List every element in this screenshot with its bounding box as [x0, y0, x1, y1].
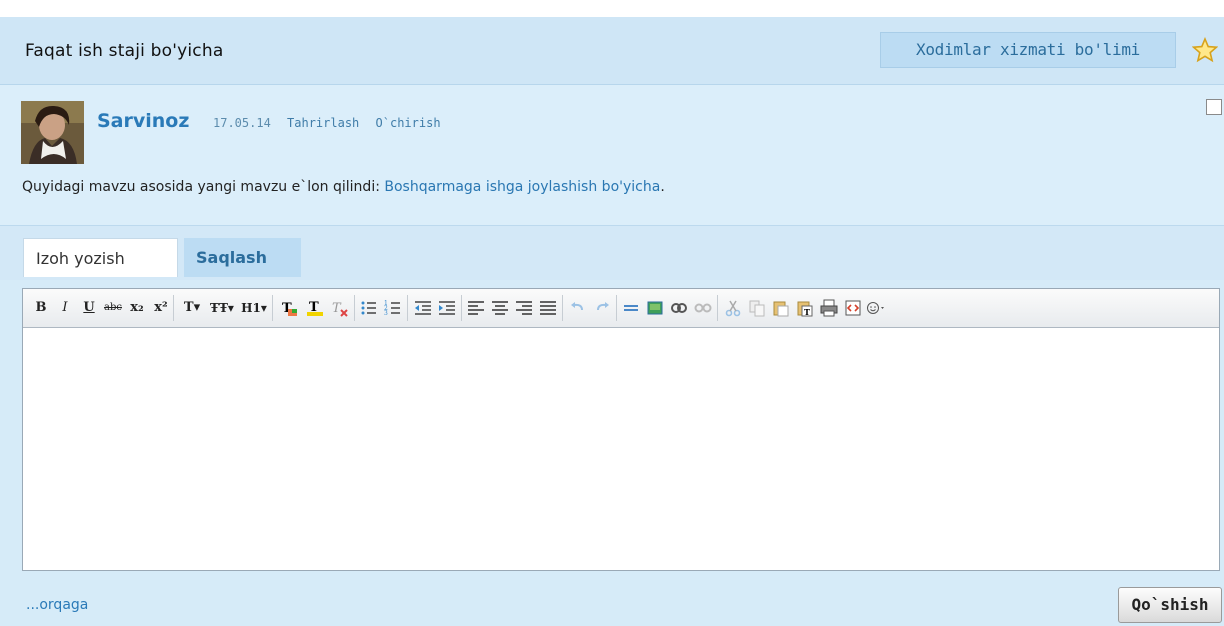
cut-icon[interactable] — [723, 298, 743, 318]
star-icon[interactable] — [1192, 37, 1218, 63]
topic-header: Faqat ish staji bo'yicha Xodimlar xizmat… — [0, 17, 1224, 85]
underline-button[interactable]: U — [79, 298, 99, 318]
toolbar-divider — [616, 295, 617, 321]
post-date: 17.05.14 — [213, 116, 271, 130]
topic-link[interactable]: Boshqarmaga ishga joylashish bo'yicha — [384, 179, 660, 195]
clear-format-icon[interactable]: T — [329, 298, 349, 318]
link-icon[interactable] — [669, 298, 689, 318]
department-button[interactable]: Xodimlar xizmati bo'limi — [880, 32, 1176, 68]
back-link[interactable]: ...orqaga — [26, 597, 88, 613]
align-center-icon[interactable] — [490, 298, 510, 318]
copy-icon[interactable] — [747, 298, 767, 318]
toolbar-divider — [354, 295, 355, 321]
align-right-icon[interactable] — [514, 298, 534, 318]
comment-editor: B I U abc x₂ x² T▾ ŦŦ▾ H1▾ T T T 123 T — [22, 288, 1220, 571]
avatar-image — [21, 101, 84, 164]
svg-text:T: T — [309, 300, 319, 315]
font-size-dropdown[interactable]: T▾ — [179, 298, 205, 318]
align-left-icon[interactable] — [466, 298, 486, 318]
image-icon[interactable] — [645, 298, 665, 318]
avatar[interactable] — [21, 101, 84, 164]
outdent-icon[interactable] — [413, 298, 433, 318]
align-justify-icon[interactable] — [538, 298, 558, 318]
comment-panel: Faqat ish staji bo'yicha Xodimlar xizmat… — [0, 17, 1224, 626]
superscript-button[interactable]: x² — [151, 298, 171, 318]
paste-text-icon[interactable]: T — [795, 298, 815, 318]
post-meta: 17.05.14 Tahrirlash O`chirish — [213, 116, 450, 130]
numbered-list-icon[interactable]: 123 — [383, 298, 403, 318]
toolbar-divider — [407, 295, 408, 321]
comment-tabs: Izoh yozish Saqlash — [0, 225, 1224, 280]
topic-title: Faqat ish staji bo'yicha — [25, 41, 224, 61]
post-text-suffix: . — [660, 179, 665, 195]
toolbar-divider — [562, 295, 563, 321]
heading-dropdown[interactable]: H1▾ — [239, 298, 269, 318]
paste-icon[interactable] — [771, 298, 791, 318]
svg-text:3: 3 — [384, 310, 388, 317]
edit-link[interactable]: Tahrirlash — [287, 116, 359, 130]
select-checkbox[interactable] — [1206, 99, 1222, 115]
toolbar-divider — [173, 295, 174, 321]
svg-text:T: T — [332, 301, 342, 316]
tab-write-comment[interactable]: Izoh yozish — [23, 238, 178, 277]
unlink-icon[interactable] — [693, 298, 713, 318]
font-family-dropdown[interactable]: ŦŦ▾ — [207, 298, 237, 318]
strikethrough-button[interactable]: abc — [103, 298, 123, 318]
italic-button[interactable]: I — [55, 298, 75, 318]
indent-icon[interactable] — [437, 298, 457, 318]
comment-textarea[interactable] — [23, 328, 1219, 570]
bold-button[interactable]: B — [31, 298, 51, 318]
delete-link[interactable]: O`chirish — [376, 116, 441, 130]
bullet-list-icon[interactable] — [359, 298, 379, 318]
print-icon[interactable] — [819, 298, 839, 318]
source-code-icon[interactable] — [843, 298, 863, 318]
post-text: Quyidagi mavzu asosida yangi mavzu e`lon… — [22, 179, 665, 195]
add-comment-button[interactable]: Qo`shish — [1118, 587, 1222, 623]
post-item: Sarvinoz 17.05.14 Tahrirlash O`chirish Q… — [0, 85, 1224, 225]
redo-icon[interactable] — [592, 298, 612, 318]
tab-save[interactable]: Saqlash — [184, 238, 301, 277]
toolbar-divider — [272, 295, 273, 321]
post-text-prefix: Quyidagi mavzu asosida yangi mavzu e`lon… — [22, 179, 385, 195]
undo-icon[interactable] — [568, 298, 588, 318]
subscript-button[interactable]: x₂ — [127, 298, 147, 318]
text-color-icon[interactable]: T — [279, 298, 299, 318]
svg-text:T: T — [804, 307, 810, 317]
toolbar-divider — [461, 295, 462, 321]
toolbar-divider — [717, 295, 718, 321]
highlight-icon[interactable]: T — [305, 298, 325, 318]
emoticon-dropdown-icon[interactable] — [865, 298, 887, 318]
horizontal-rule-icon[interactable] — [621, 298, 641, 318]
author-name[interactable]: Sarvinoz — [97, 110, 189, 132]
editor-toolbar: B I U abc x₂ x² T▾ ŦŦ▾ H1▾ T T T 123 T — [23, 289, 1219, 328]
